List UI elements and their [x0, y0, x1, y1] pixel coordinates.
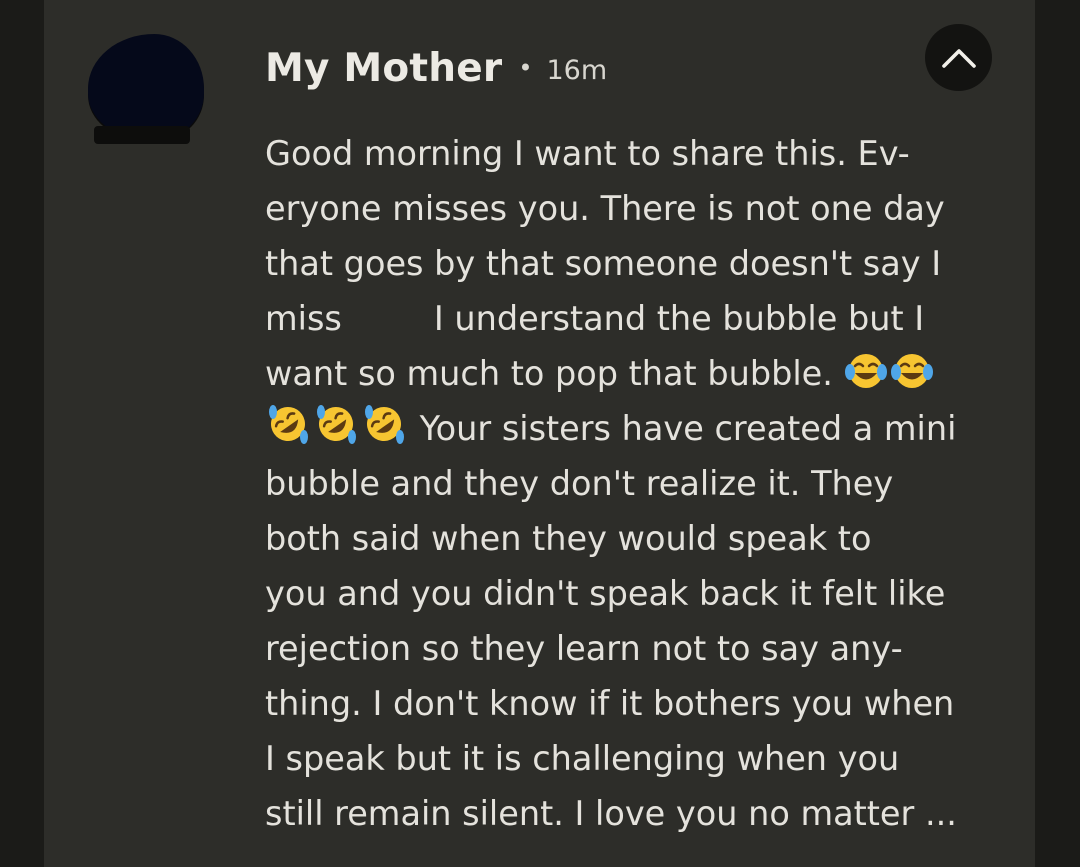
message-line: still remain silent. I love you no matte… [265, 794, 957, 833]
notification-header: My Mother • 16m [265, 40, 607, 96]
message-line: Good morning I want to share this. Ev- [265, 134, 910, 173]
message-line: I speak but it is challenging when you [265, 739, 900, 778]
face-with-tears-of-joy-icon [844, 351, 888, 407]
sender-name: My Mother [265, 45, 503, 91]
screen: My Mother • 16m Good morning I want to s… [0, 0, 1080, 867]
message-line: miss I understand the bubble but I [265, 291, 1000, 346]
message-line: you and you didn't speak back it felt li… [265, 574, 946, 613]
face-with-tears-of-joy-icon [890, 351, 934, 407]
message-fragment: Your sisters have created a mini [419, 409, 957, 448]
message-line: both said when they would speak to [265, 519, 872, 558]
message-line: thing. I don't know if it bothers you wh… [265, 684, 955, 723]
message-line: eryone misses you. There is not one day [265, 189, 945, 228]
rolling-on-floor-laughing-icon [313, 402, 359, 462]
rolling-on-floor-laughing-icon [361, 402, 407, 462]
message-line: bubble and they don't realize it. They [265, 464, 894, 503]
message-fragment: miss [265, 299, 342, 338]
message-fragment: I understand the bubble but I [433, 299, 925, 338]
message-line: Your sisters have created a mini [265, 401, 1000, 456]
message-body: Good morning I want to share this. Ev- e… [265, 126, 1000, 841]
rolling-on-floor-laughing-icon [265, 402, 311, 462]
timestamp: 16m [546, 54, 608, 86]
message-line: that goes by that someone doesn't say I [265, 244, 942, 283]
message-line: want so much to pop that bubble. [265, 346, 1000, 401]
message-line: rejection so they learn not to say any- [265, 629, 903, 668]
chevron-up-icon [941, 48, 976, 68]
message-fragment: want so much to pop that bubble. [265, 354, 833, 393]
collapse-button[interactable] [925, 24, 992, 91]
separator-dot: • [518, 54, 533, 82]
